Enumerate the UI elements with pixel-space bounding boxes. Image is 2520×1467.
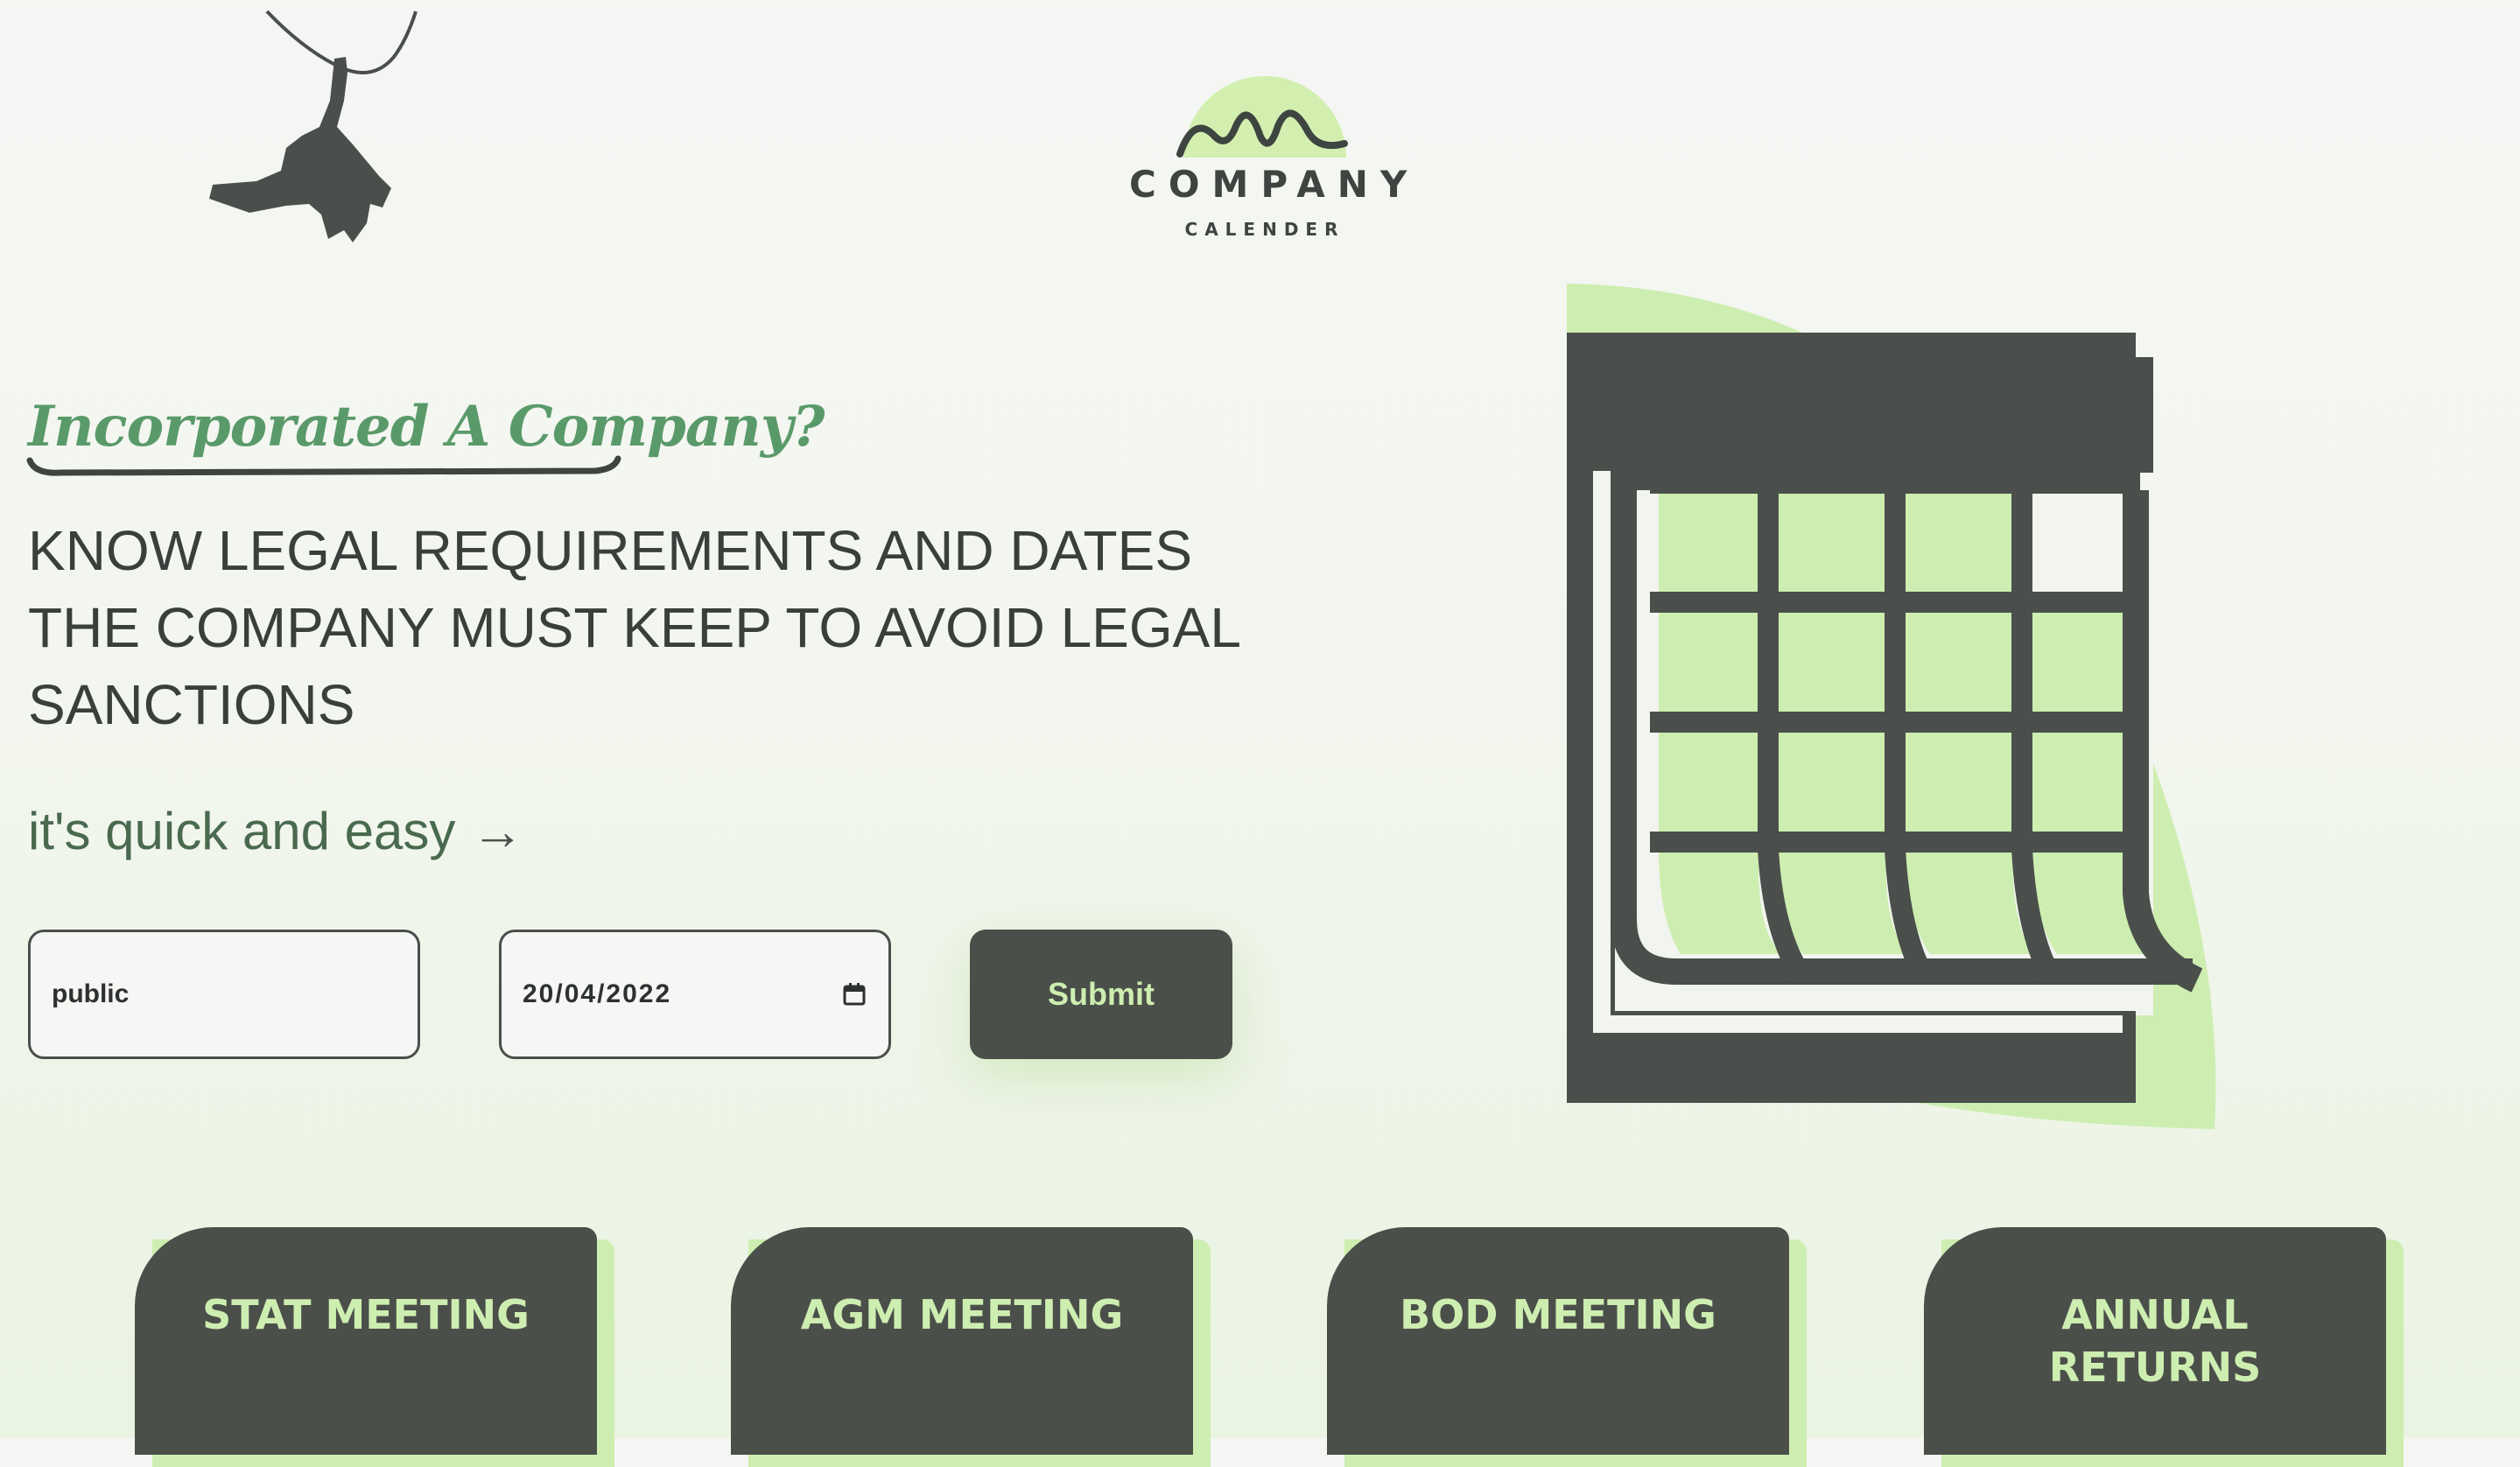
stat-meeting-card[interactable]: STAT MEETING [135, 1227, 614, 1467]
card-label: ANNUAL RETURNS [2048, 1291, 2262, 1391]
agm-meeting-card[interactable]: AGM MEETING [731, 1227, 1211, 1467]
date-input[interactable]: 20/04/2022 [499, 930, 891, 1059]
card-body: STAT MEETING [135, 1227, 597, 1455]
card-body: ANNUAL RETURNS [1924, 1227, 2386, 1455]
annual-returns-card[interactable]: ANNUAL RETURNS [1924, 1227, 2404, 1467]
hero-headline: KNOW LEGAL REQUIREMENTS AND DATES THE CO… [28, 519, 1239, 736]
card-body: AGM MEETING [731, 1227, 1193, 1455]
bod-meeting-card[interactable]: BOD MEETING [1327, 1227, 1807, 1467]
card-label: AGM MEETING [800, 1291, 1124, 1338]
tagline-underline [26, 455, 621, 476]
quick-easy-text: it's quick and easy → [28, 801, 523, 861]
card-label: STAT MEETING [202, 1291, 530, 1338]
company-type-input[interactable]: public [28, 930, 420, 1059]
climber-illustration [209, 10, 418, 242]
quick-easy-label: it's quick and easy [28, 802, 456, 860]
calendar-illustration-icon [1567, 284, 2216, 1129]
submit-button[interactable]: Submit [970, 930, 1232, 1059]
logo-wordmark: COMPANY [1129, 163, 1420, 206]
logo-mark-icon [1176, 76, 1348, 158]
card-body: BOD MEETING [1327, 1227, 1789, 1455]
calendar-picker-icon[interactable] [843, 983, 866, 1006]
date-value: 20/04/2022 [523, 979, 672, 1008]
logo-subtitle: CALENDER [1184, 219, 1345, 240]
card-label: BOD MEETING [1400, 1291, 1716, 1338]
company-logo[interactable]: COMPANY CALENDER [1129, 53, 1420, 254]
company-type-value: public [52, 979, 130, 1008]
arrow-right-icon: → [471, 802, 524, 860]
hero-tagline: Incorporated A Company? [28, 394, 825, 460]
